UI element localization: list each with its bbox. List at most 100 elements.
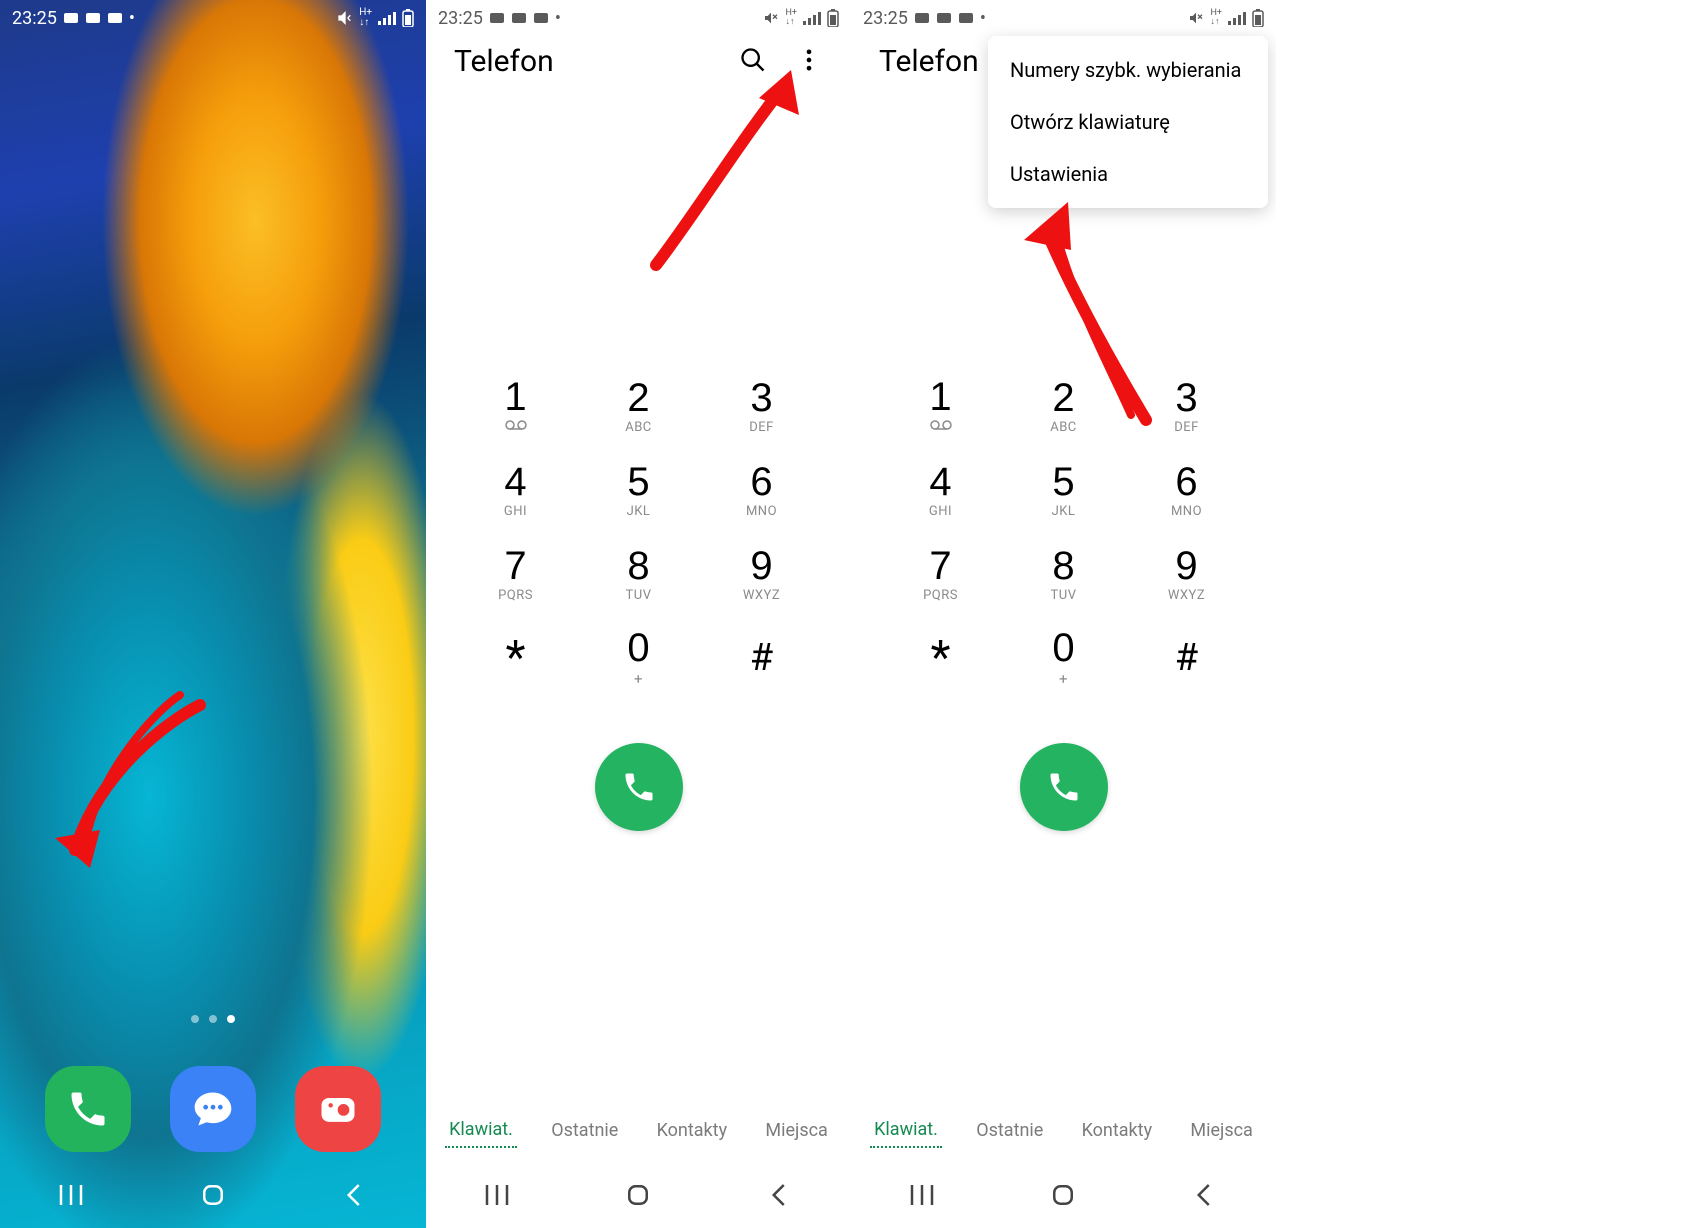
- nav-bar: [851, 1162, 1276, 1228]
- status-bar: 23:25 • H+↓↑: [426, 0, 851, 36]
- page-indicator: [0, 1015, 426, 1023]
- nav-bar: [0, 1162, 426, 1228]
- key-5[interactable]: 5JKL: [577, 449, 700, 531]
- status-bar: 23:25 • H+↓↑: [0, 0, 426, 36]
- key-0[interactable]: 0+: [577, 617, 700, 699]
- status-icon-2: [511, 11, 527, 25]
- call-button[interactable]: [595, 743, 683, 831]
- key-5[interactable]: 5JKL: [1002, 449, 1125, 531]
- data-icon: H+↓↑: [1210, 9, 1222, 27]
- dock: [0, 1066, 426, 1152]
- status-icon-1: [63, 10, 79, 26]
- data-icon: H+↓↑: [359, 8, 372, 28]
- app-title: Telefon: [454, 44, 554, 79]
- key-0[interactable]: 0+: [1002, 617, 1125, 699]
- status-icon-1: [914, 11, 930, 25]
- annotation-arrow: [1016, 190, 1166, 430]
- tab-keypad[interactable]: Klawiat.: [445, 1113, 517, 1148]
- mute-icon: [763, 10, 779, 26]
- messages-app-icon[interactable]: [170, 1066, 256, 1152]
- key-8[interactable]: 8TUV: [577, 533, 700, 615]
- page-dot[interactable]: [209, 1015, 217, 1023]
- page-dot-active[interactable]: [227, 1015, 235, 1023]
- annotation-arrow: [631, 60, 811, 280]
- key-6[interactable]: 6MNO: [700, 449, 823, 531]
- page-dot[interactable]: [191, 1015, 199, 1023]
- status-icon-2: [85, 10, 101, 26]
- key-6[interactable]: 6MNO: [1125, 449, 1248, 531]
- camera-app-icon[interactable]: [295, 1066, 381, 1152]
- tab-places[interactable]: Miejsca: [761, 1114, 831, 1147]
- battery-icon: [827, 9, 839, 27]
- tab-keypad[interactable]: Klawiat.: [870, 1113, 942, 1148]
- tab-recent[interactable]: Ostatnie: [547, 1114, 622, 1147]
- call-button[interactable]: [1020, 743, 1108, 831]
- screen-home: 23:25 • H+↓↑: [0, 0, 426, 1228]
- key-hash[interactable]: #: [1125, 617, 1248, 699]
- nav-home-button[interactable]: [613, 1178, 663, 1212]
- status-time: 23:25: [438, 8, 483, 29]
- key-4[interactable]: 4GHI: [454, 449, 577, 531]
- status-time: 23:25: [863, 8, 908, 29]
- status-icon-3: [533, 11, 549, 25]
- more-icon: •: [129, 8, 135, 29]
- status-icon-3: [107, 10, 123, 26]
- more-icon: •: [980, 8, 986, 29]
- screen-dialer: 23:25 • H+↓↑ Telefon 1 2ABC 3DE: [426, 0, 851, 1228]
- status-time: 23:25: [12, 8, 57, 29]
- status-bar: 23:25 • H+↓↑: [851, 0, 1276, 36]
- key-1[interactable]: 1: [879, 365, 1002, 447]
- signal-icon: [803, 11, 821, 25]
- nav-bar: [426, 1162, 851, 1228]
- key-3[interactable]: 3DEF: [700, 365, 823, 447]
- key-1[interactable]: 1: [454, 365, 577, 447]
- more-icon: •: [555, 8, 561, 29]
- menu-speed-dial[interactable]: Numery szybk. wybierania: [988, 44, 1268, 96]
- screen-dialer-menu: 23:25 • H+↓↑ Telefon Numery szybk. wybie…: [851, 0, 1276, 1228]
- nav-recents-button[interactable]: [472, 1178, 522, 1212]
- key-9[interactable]: 9WXYZ: [700, 533, 823, 615]
- key-4[interactable]: 4GHI: [879, 449, 1002, 531]
- annotation-arrow: [40, 690, 210, 880]
- status-icon-1: [489, 11, 505, 25]
- signal-icon: [1228, 11, 1246, 25]
- key-star[interactable]: *: [454, 617, 577, 699]
- key-2[interactable]: 2ABC: [577, 365, 700, 447]
- call-button-wrap: [426, 743, 851, 831]
- voicemail-icon: [504, 419, 528, 435]
- mute-icon: [337, 10, 353, 26]
- bottom-tabs: Klawiat. Ostatnie Kontakty Miejsca: [426, 1113, 851, 1148]
- status-icon-3: [958, 11, 974, 25]
- tab-recent[interactable]: Ostatnie: [972, 1114, 1047, 1147]
- menu-open-keyboard[interactable]: Otwórz klawiaturę: [988, 96, 1268, 148]
- wallpaper: [0, 0, 426, 1228]
- key-star[interactable]: *: [879, 617, 1002, 699]
- nav-back-button[interactable]: [755, 1178, 805, 1212]
- bottom-tabs: Klawiat. Ostatnie Kontakty Miejsca: [851, 1113, 1276, 1148]
- nav-back-button[interactable]: [330, 1178, 380, 1212]
- app-title: Telefon: [879, 44, 979, 79]
- key-7[interactable]: 7PQRS: [879, 533, 1002, 615]
- battery-icon: [402, 9, 414, 27]
- mute-icon: [1188, 10, 1204, 26]
- tab-contacts[interactable]: Kontakty: [1078, 1114, 1156, 1147]
- key-hash[interactable]: #: [700, 617, 823, 699]
- nav-back-button[interactable]: [1180, 1178, 1230, 1212]
- nav-home-button[interactable]: [188, 1178, 238, 1212]
- key-7[interactable]: 7PQRS: [454, 533, 577, 615]
- tab-places[interactable]: Miejsca: [1186, 1114, 1256, 1147]
- status-icon-2: [936, 11, 952, 25]
- nav-recents-button[interactable]: [46, 1178, 96, 1212]
- phone-app-icon[interactable]: [45, 1066, 131, 1152]
- nav-home-button[interactable]: [1038, 1178, 1088, 1212]
- voicemail-icon: [929, 419, 953, 435]
- battery-icon: [1252, 9, 1264, 27]
- key-9[interactable]: 9WXYZ: [1125, 533, 1248, 615]
- key-8[interactable]: 8TUV: [1002, 533, 1125, 615]
- tab-contacts[interactable]: Kontakty: [653, 1114, 731, 1147]
- nav-recents-button[interactable]: [897, 1178, 947, 1212]
- call-button-wrap: [851, 743, 1276, 831]
- signal-icon: [378, 11, 396, 25]
- data-icon: H+↓↑: [785, 9, 797, 27]
- overflow-menu: Numery szybk. wybierania Otwórz klawiatu…: [988, 36, 1268, 208]
